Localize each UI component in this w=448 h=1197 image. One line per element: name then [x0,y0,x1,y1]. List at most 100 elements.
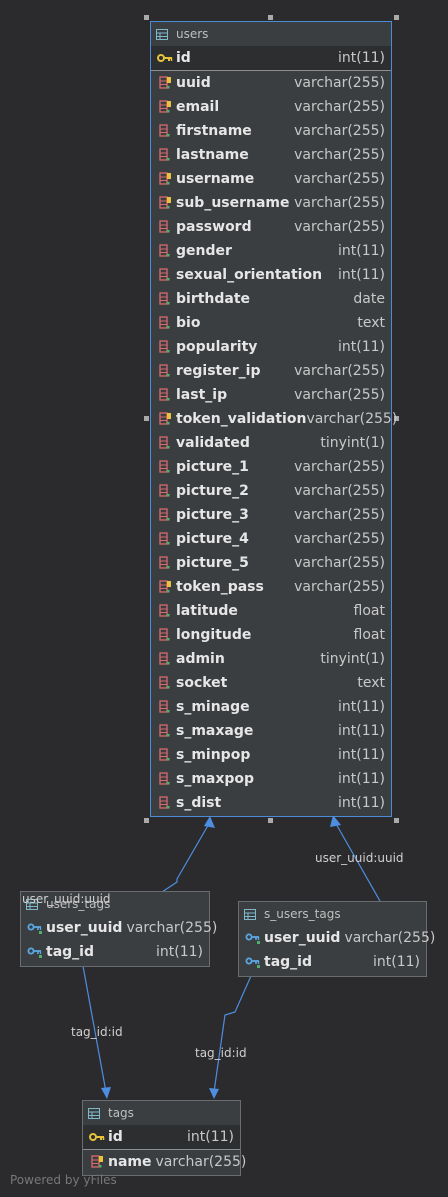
column-row[interactable]: sexual_orientation int(11) [151,263,391,287]
column-row[interactable]: bio text [151,311,391,335]
column-row[interactable]: admin tinyint(1) [151,647,391,671]
table-s-users-tags[interactable]: s_users_tags user_uuid varchar(255) tag_… [238,901,435,977]
column-name: user_uuid [46,920,123,936]
column-name: bio [176,315,201,331]
column-type: varchar(255) [294,507,385,523]
column-row[interactable]: picture_1 varchar(255) [151,455,391,479]
column-row[interactable]: username varchar(255) [151,167,391,191]
column-row[interactable]: user_uuid varchar(255) [239,926,435,950]
column-name: picture_3 [176,507,249,523]
column-row[interactable]: picture_2 varchar(255) [151,479,391,503]
primary-key-row[interactable]: id int(11) [83,1125,240,1149]
column-row[interactable]: tag_id int(11) [21,940,209,964]
column-type: varchar(255) [294,459,385,475]
column-row[interactable]: password varchar(255) [151,215,391,239]
column-icon [157,676,173,690]
column-row[interactable]: tag_id int(11) [239,950,426,974]
table-title: s_users_tags [264,907,341,921]
column-name: password [176,219,252,235]
column-type: varchar(255) [344,930,436,946]
column-icon [157,508,173,522]
column-name: picture_4 [176,531,249,547]
column-icon [157,796,173,810]
resize-handle-ml[interactable] [144,416,149,421]
table-header[interactable]: tags [83,1101,240,1125]
column-row[interactable]: s_minpop int(11) [151,743,391,767]
column-type: varchar(255) [294,75,385,91]
edge-s-users-tags-to-tags[interactable] [213,975,252,1093]
table-header[interactable]: users [151,22,391,46]
column-row[interactable]: validated tinyint(1) [151,431,391,455]
column-icon [157,388,173,402]
column-row[interactable]: picture_5 varchar(255) [151,551,391,575]
table-users[interactable]: users id int(11) uuid varchar(255) email va… [150,21,397,817]
column-row[interactable]: birthdate date [151,287,391,311]
column-icon [157,292,173,306]
column-row[interactable]: email varchar(255) [151,95,391,119]
column-type: varchar(255) [294,147,385,163]
resize-handle-bl[interactable] [144,818,149,823]
column-icon [157,652,173,666]
foreign-key-icon [245,931,261,945]
column-row[interactable]: uuid varchar(255) [151,71,391,95]
column-name: socket [176,675,228,691]
edge-users-tags-to-users[interactable] [161,821,211,893]
table-tags[interactable]: tags id int(11) name varchar(255) [82,1100,246,1176]
column-name: s_minage [176,699,250,715]
column-row[interactable]: s_minage int(11) [151,695,391,719]
primary-key-row[interactable]: id int(11) [151,46,391,70]
key-icon [157,51,173,65]
edge-arrow [101,1087,111,1099]
resize-handle-tc[interactable] [268,15,273,20]
edge-label-s-users-tags-user: user_uuid:uuid [315,851,404,865]
column-row[interactable]: s_maxage int(11) [151,719,391,743]
column-row[interactable]: s_dist int(11) [151,791,391,815]
column-icon [157,748,173,762]
column-type: int(11) [187,1129,234,1145]
column-row[interactable]: picture_4 varchar(255) [151,527,391,551]
column-row[interactable]: s_maxpop int(11) [151,767,391,791]
table-header[interactable]: s_users_tags [239,902,426,926]
column-name: s_maxage [176,723,254,739]
column-row[interactable]: socket text [151,671,391,695]
edge-arrow [209,1088,219,1099]
column-row[interactable]: last_ip varchar(255) [151,383,391,407]
table-icon [88,1107,100,1119]
column-name: uuid [176,75,211,91]
column-icon [157,148,173,162]
column-type: varchar(255) [126,920,218,936]
resize-handle-br[interactable] [394,818,399,823]
resize-handle-tl[interactable] [144,15,149,20]
column-name: name [108,1154,152,1170]
column-row[interactable]: user_uuid varchar(255) [21,916,217,940]
column-name: popularity [176,339,258,355]
column-row[interactable]: popularity int(11) [151,335,391,359]
column-type: varchar(255) [294,387,385,403]
column-type: varchar(255) [294,579,385,595]
resize-handle-tr[interactable] [394,15,399,20]
resize-handle-bc[interactable] [268,818,273,823]
column-row[interactable]: lastname varchar(255) [151,143,391,167]
column-row[interactable]: sub_username varchar(255) [151,191,391,215]
unique-column-icon [157,196,173,210]
column-name: birthdate [176,291,251,307]
column-name: register_ip [176,363,261,379]
column-row[interactable]: picture_3 varchar(255) [151,503,391,527]
column-row[interactable]: longitude float [151,623,391,647]
column-name: picture_2 [176,483,249,499]
unique-column-icon [157,412,173,426]
column-row[interactable]: register_ip varchar(255) [151,359,391,383]
column-name: username [176,171,255,187]
column-row[interactable]: latitude float [151,599,391,623]
column-row[interactable]: firstname varchar(255) [151,119,391,143]
column-row[interactable]: gender int(11) [151,239,391,263]
column-row[interactable]: name varchar(255) [83,1150,246,1174]
column-icon [157,604,173,618]
column-type: float [353,603,385,619]
column-icon [157,340,173,354]
edge-label-users-tags-tag: tag_id:id [71,1025,123,1039]
column-name: last_ip [176,387,228,403]
column-row[interactable]: token_pass varchar(255) [151,575,391,599]
column-row[interactable]: token_validation varchar(255) [151,407,397,431]
table-title: users [176,27,209,41]
